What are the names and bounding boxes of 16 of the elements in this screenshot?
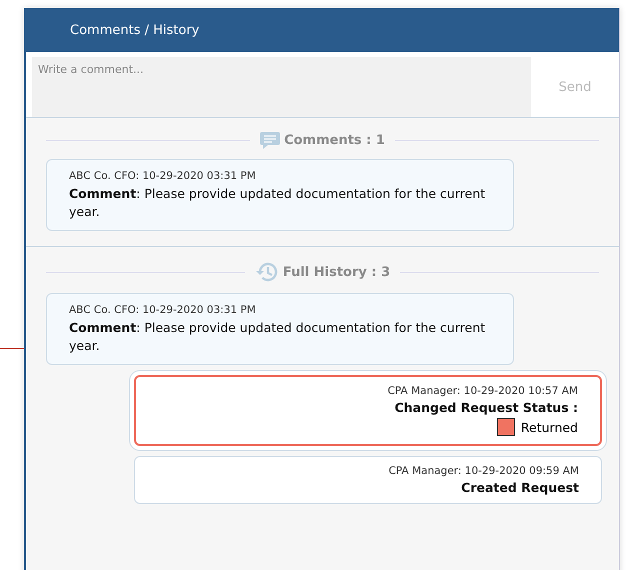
entry-action: Changed Request Status : (394, 400, 578, 415)
history-entry[interactable]: CPA Manager: 10-29-2020 09:59 AM Created Request (134, 456, 602, 504)
comment-icon (260, 132, 280, 149)
comment-meta: ABC Co. CFO: 10-29-2020 03:31 PM (69, 170, 257, 182)
entry-action: Created Request (461, 480, 579, 495)
panel-title: Comments / History (70, 22, 200, 38)
status-label: Returned (520, 420, 578, 434)
entry-meta: CPA Manager: 10-29-2020 10:57 AM (388, 385, 578, 397)
history-icon (254, 261, 279, 283)
section-heading: Comments : 1 (284, 133, 385, 148)
comment-meta: ABC Co. CFO: 10-29-2020 03:31 PM (69, 304, 257, 316)
comment-text: Comment: Please provide updated documentation for the current year. (69, 185, 486, 220)
section-heading: Full History : 3 (282, 264, 390, 280)
comment-input[interactable]: Write a comment... (32, 57, 531, 117)
comment-text: Comment: Please provide updated documentation for the current year. (69, 319, 486, 354)
entry-meta: CPA Manager: 10-29-2020 09:59 AM (388, 465, 579, 477)
